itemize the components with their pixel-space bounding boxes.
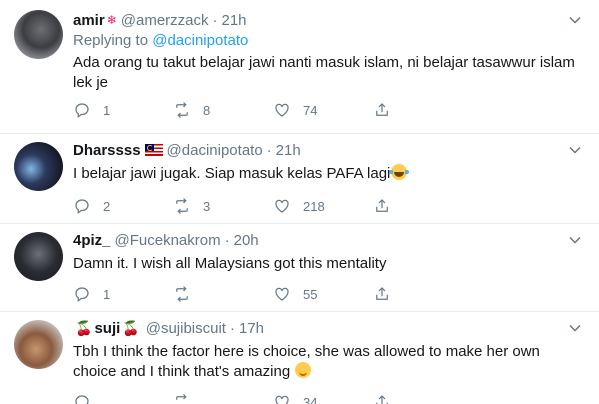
- chevron-down-icon: [569, 236, 581, 244]
- retweet-count: 3: [203, 198, 211, 214]
- reply-icon: [75, 395, 89, 404]
- username[interactable]: @dacinipotato: [167, 142, 263, 159]
- reply-count: 1: [103, 102, 111, 118]
- reply-button[interactable]: [73, 392, 173, 404]
- avatar[interactable]: [14, 232, 63, 281]
- chevron-down-icon: [569, 16, 581, 24]
- display-name[interactable]: 4piz_: [73, 232, 111, 249]
- reply-icon: [75, 199, 89, 214]
- display-name[interactable]: suji: [94, 320, 120, 337]
- display-name[interactable]: amir: [73, 12, 105, 29]
- username[interactable]: @sujibiscuit: [146, 320, 226, 337]
- tweet-text: Damn it. I wish all Malaysians got this …: [73, 255, 387, 272]
- more-options-button[interactable]: [565, 320, 585, 336]
- reply-context: Replying to @dacinipotato: [73, 31, 585, 51]
- timestamp[interactable]: 21h: [276, 142, 301, 159]
- tweet-text-container: I belajar jawi jugak. Siap masuk kelas P…: [73, 164, 585, 184]
- share-icon: [376, 103, 388, 116]
- like-count: 218: [303, 198, 325, 214]
- malaysia-flag-icon: [144, 144, 163, 156]
- tweet[interactable]: amir ❄ @amerzzack · 21h Replying to @dac…: [0, 0, 599, 134]
- retweet-icon: [176, 102, 188, 118]
- like-button[interactable]: 34: [273, 392, 373, 404]
- like-count: 74: [303, 102, 318, 118]
- reply-mention-link[interactable]: @dacinipotato: [152, 32, 248, 49]
- retweet-icon: [176, 198, 188, 214]
- retweet-icon: [176, 394, 187, 400]
- separator: ·: [229, 319, 235, 337]
- tweet[interactable]: 4piz_ @Fuceknakrom · 20h Damn it. I wish…: [0, 224, 599, 312]
- timestamp[interactable]: 20h: [234, 232, 259, 249]
- tweet-header: 4piz_ @Fuceknakrom · 20h: [73, 230, 585, 250]
- more-options-button[interactable]: [565, 12, 585, 28]
- reply-icon: [75, 287, 89, 302]
- share-button[interactable]: [373, 392, 473, 404]
- heart-icon: [275, 287, 289, 301]
- reply-icon: [75, 103, 89, 118]
- tweet-header: 🍒 suji 🍒 @sujibiscuit · 17h: [73, 318, 585, 338]
- tweet-actions: 1 8 74: [73, 100, 585, 120]
- timestamp[interactable]: 17h: [239, 320, 264, 337]
- smiling-face-emoji-icon: [295, 362, 312, 378]
- heart-icon: [275, 199, 289, 213]
- tweet-text: I belajar jawi jugak. Siap masuk kelas P…: [73, 165, 391, 182]
- retweet-button[interactable]: 3: [173, 196, 273, 216]
- share-button[interactable]: [373, 196, 473, 216]
- tweet-header: Dharssss @dacinipotato · 21h: [73, 140, 585, 160]
- display-name[interactable]: Dharssss: [73, 142, 141, 159]
- share-button[interactable]: [373, 284, 473, 304]
- cherries-icon: 🍒: [75, 319, 93, 336]
- cherries-icon: 🍒: [122, 319, 140, 336]
- retweet-button[interactable]: 8: [173, 100, 273, 120]
- chevron-down-icon: [569, 324, 581, 332]
- like-button[interactable]: 218: [273, 196, 373, 216]
- reply-count: 1: [103, 286, 111, 302]
- tweet-text-container: Tbh I think the factor here is choice, s…: [73, 342, 585, 382]
- like-count: 55: [303, 286, 318, 302]
- retweet-button[interactable]: [173, 392, 273, 404]
- avatar[interactable]: [14, 10, 63, 59]
- heart-icon: [275, 395, 289, 404]
- retweet-count: 8: [203, 102, 211, 118]
- retweet-button[interactable]: [173, 284, 273, 304]
- retweet-icon: [176, 286, 188, 302]
- maple-leaf-icon: ❄: [106, 13, 117, 27]
- tweet-text: Ada orang tu takut belajar jawi nanti ma…: [73, 54, 575, 91]
- separator: ·: [212, 11, 218, 29]
- share-icon: [376, 395, 388, 404]
- avatar[interactable]: [14, 142, 63, 191]
- heart-icon: [275, 103, 289, 117]
- share-icon: [376, 287, 388, 300]
- username[interactable]: @amerzzack: [121, 12, 209, 29]
- separator: ·: [224, 231, 230, 249]
- tweet-header: amir ❄ @amerzzack · 21h: [73, 10, 585, 30]
- like-button[interactable]: 74: [273, 100, 373, 120]
- more-options-button[interactable]: [565, 232, 585, 248]
- reply-prefix: Replying to: [73, 32, 153, 49]
- tweet-actions: 1 55: [73, 284, 585, 304]
- tweet[interactable]: 🍒 suji 🍒 @sujibiscuit · 17h Tbh I think …: [0, 312, 599, 404]
- tweet[interactable]: Dharssss @dacinipotato · 21h I belajar j…: [0, 134, 599, 224]
- reply-count: 2: [103, 198, 111, 214]
- avatar[interactable]: [14, 320, 63, 369]
- tweet-actions: 2 3 218: [73, 196, 585, 216]
- separator: ·: [266, 141, 272, 159]
- like-count: 34: [303, 394, 318, 404]
- reply-button[interactable]: 1: [73, 100, 173, 120]
- reply-button[interactable]: 1: [73, 284, 173, 304]
- reply-button[interactable]: 2: [73, 196, 173, 216]
- tweet-actions: 34: [73, 392, 585, 404]
- like-button[interactable]: 55: [273, 284, 373, 304]
- more-options-button[interactable]: [565, 142, 585, 158]
- tears-of-joy-emoji-icon: [389, 164, 410, 180]
- username[interactable]: @Fuceknakrom: [115, 232, 221, 249]
- share-icon: [376, 199, 388, 212]
- timestamp[interactable]: 21h: [222, 12, 247, 29]
- chevron-down-icon: [569, 146, 581, 154]
- share-button[interactable]: [373, 100, 473, 120]
